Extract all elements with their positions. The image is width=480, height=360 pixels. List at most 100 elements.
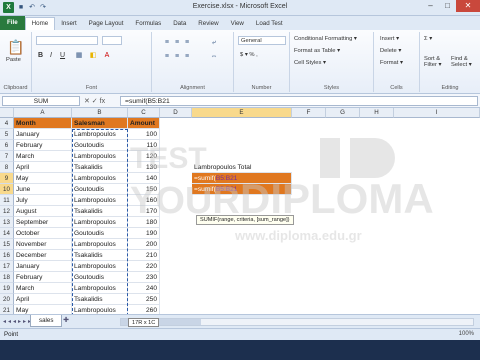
row-header[interactable]: 14 (0, 228, 14, 239)
header-amount[interactable]: Amount (128, 118, 160, 129)
cell-amount[interactable]: 200 (128, 239, 160, 250)
cell-salesman[interactable]: Lambropoulos (72, 173, 128, 184)
cell-salesman[interactable]: Goutoudis (72, 184, 128, 195)
merge-icon[interactable]: ⇔ (204, 52, 224, 61)
cell-salesman[interactable]: Goutoudis (72, 140, 128, 151)
tab-data[interactable]: Data (167, 18, 192, 30)
cell-month[interactable]: February (14, 272, 72, 283)
row-header[interactable]: 11 (0, 195, 14, 206)
align-left-icon[interactable]: ≡ ≡ ≡ (158, 52, 198, 61)
row-header[interactable]: 10 (0, 184, 14, 195)
paste-icon[interactable]: 📋 (7, 38, 25, 56)
cell-salesman[interactable]: Lambropoulos (72, 239, 128, 250)
cell-amount[interactable]: 130 (128, 162, 160, 173)
horizontal-scrollbar[interactable] (120, 318, 474, 326)
cell-month[interactable]: January (14, 129, 72, 140)
cell-salesman[interactable]: Goutoudis (72, 272, 128, 283)
row-header[interactable]: 20 (0, 294, 14, 305)
column-header-a[interactable]: A (14, 108, 72, 118)
row-header[interactable]: 15 (0, 239, 14, 250)
cell-month[interactable]: May (14, 305, 72, 314)
cell-month[interactable]: April (14, 294, 72, 305)
tab-file[interactable]: File (0, 16, 25, 30)
sheet-tab-sales[interactable]: sales (30, 315, 63, 327)
cell-amount[interactable]: 100 (128, 129, 160, 140)
tab-load-test[interactable]: Load Test (250, 18, 289, 30)
paste-button[interactable]: Paste (6, 57, 21, 63)
cell-month[interactable]: August (14, 206, 72, 217)
tab-page-layout[interactable]: Page Layout (83, 18, 130, 30)
worksheet-grid[interactable]: A B C D E F G H I 4 Month Salesman Amount 5 J… (0, 108, 480, 314)
cell-month[interactable]: March (14, 283, 72, 294)
column-header-f[interactable]: F (292, 108, 326, 118)
cell-styles-button[interactable]: Cell Styles ▾ (294, 60, 326, 66)
cell-month[interactable]: March (14, 151, 72, 162)
cell-salesman[interactable]: Lambropoulos (72, 305, 128, 314)
sort-filter-button[interactable]: Sort & Filter ▾ (424, 56, 450, 68)
cell-amount[interactable]: 260 (128, 305, 160, 314)
cell-amount[interactable]: 220 (128, 261, 160, 272)
cell-salesman[interactable]: Lambropoulos (72, 261, 128, 272)
name-box[interactable]: SUM (2, 96, 80, 106)
cell-salesman[interactable]: Lambropoulos (72, 283, 128, 294)
cell-amount[interactable]: 230 (128, 272, 160, 283)
cell-salesman[interactable]: Lambropoulos (72, 195, 128, 206)
row-header[interactable]: 21 (0, 305, 14, 314)
cell-month[interactable]: June (14, 184, 72, 195)
cell-amount[interactable]: 240 (128, 283, 160, 294)
column-header-i[interactable]: I (394, 108, 480, 118)
format-as-table-button[interactable]: Format as Table ▾ (294, 48, 340, 54)
header-month[interactable]: Month (14, 118, 72, 129)
bold-button[interactable]: B (38, 52, 43, 59)
row-header[interactable]: 8 (0, 162, 14, 173)
tab-review[interactable]: Review (192, 18, 224, 30)
format-cells-button[interactable]: Format ▾ (380, 60, 403, 66)
number-format-buttons[interactable]: $ ▾ % , (240, 52, 258, 58)
cell-month[interactable]: October (14, 228, 72, 239)
align-top-icon[interactable]: ≡ ≡ ≡ (158, 38, 198, 47)
cell-month[interactable]: September (14, 217, 72, 228)
cell-salesman[interactable]: Tsakalidis (72, 206, 128, 217)
cell-amount[interactable]: 170 (128, 206, 160, 217)
cell-e9[interactable]: =sumif(B5:B21 (192, 173, 292, 184)
header-salesman[interactable]: Salesman (72, 118, 128, 129)
row-header[interactable]: 19 (0, 283, 14, 294)
cell-month[interactable]: November (14, 239, 72, 250)
tab-home[interactable]: Home (24, 17, 56, 30)
row-header[interactable]: 5 (0, 129, 14, 140)
conditional-formatting-button[interactable]: Conditional Formatting ▾ (294, 36, 357, 42)
cell-salesman[interactable]: Lambropoulos (72, 151, 128, 162)
delete-cells-button[interactable]: Delete ▾ (380, 48, 401, 54)
cell-amount[interactable]: 250 (128, 294, 160, 305)
cell-amount[interactable]: 140 (128, 173, 160, 184)
cell-salesman[interactable]: Tsakalidis (72, 294, 128, 305)
fill-color-icon[interactable]: ◧ (88, 51, 98, 60)
underline-button[interactable]: U (60, 52, 65, 59)
cell-amount[interactable]: 120 (128, 151, 160, 162)
cell-month[interactable]: December (14, 250, 72, 261)
borders-icon[interactable]: ▦ (74, 51, 84, 60)
cell-month[interactable]: July (14, 195, 72, 206)
font-size-box[interactable] (102, 36, 122, 45)
sheet-navigation-icon[interactable]: ◂◂◂▸▸▸ (3, 318, 33, 325)
cell-month[interactable]: February (14, 140, 72, 151)
column-header-e[interactable]: E (192, 108, 292, 118)
close-icon[interactable]: ✕ (456, 0, 480, 12)
find-select-button[interactable]: Find & Select ▾ (451, 56, 479, 68)
cell-salesman[interactable]: Tsakalidis (72, 250, 128, 261)
cell-salesman[interactable]: Goutoudis (72, 228, 128, 239)
cell-amount[interactable]: 150 (128, 184, 160, 195)
column-header-c[interactable]: C (128, 108, 160, 118)
cell-salesman[interactable]: Lambropoulos (72, 217, 128, 228)
zoom-level[interactable]: 100% (459, 331, 474, 337)
column-header-d[interactable]: D (160, 108, 192, 118)
row-header[interactable]: 4 (0, 118, 14, 129)
formula-buttons[interactable]: ✕ ✓ fx (84, 97, 105, 105)
maximize-icon[interactable]: □ (439, 0, 456, 12)
cell-amount[interactable]: 190 (128, 228, 160, 239)
italic-button[interactable]: I (50, 52, 52, 59)
number-format-box[interactable]: General (238, 36, 286, 45)
cell-month[interactable]: May (14, 173, 72, 184)
tab-view[interactable]: View (225, 18, 250, 30)
cell-e10[interactable]: =sumif(B5:B21 (192, 184, 292, 195)
